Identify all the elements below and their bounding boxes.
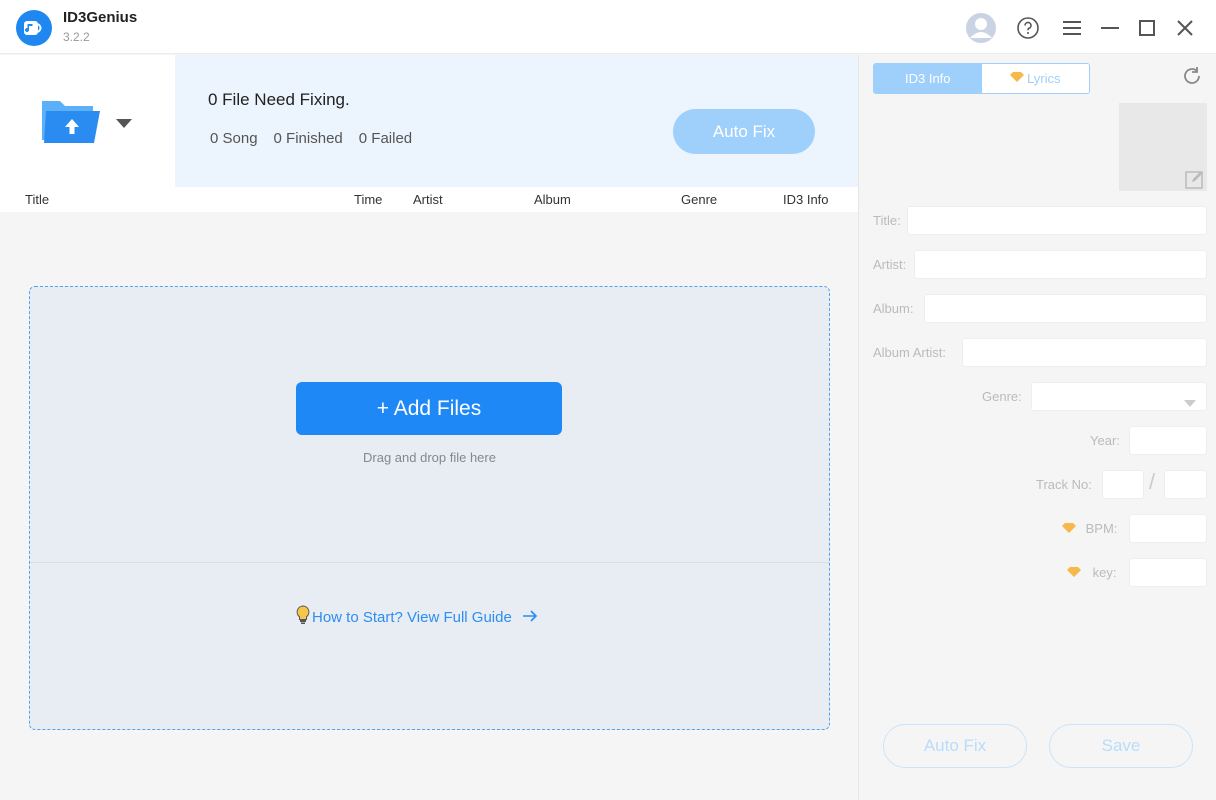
folder-upload-icon[interactable]	[40, 95, 102, 145]
key-input[interactable]	[1129, 558, 1207, 587]
editor-tabs: ID3 Info Lyrics	[873, 63, 1090, 94]
key-label: key:	[1067, 565, 1116, 581]
title-bar: ID3Genius 3.2.2	[0, 0, 1216, 54]
drop-zone[interactable]: + Add Files Drag and drop file here How …	[29, 286, 830, 730]
app-version: 3.2.2	[63, 30, 90, 44]
column-genre[interactable]: Genre	[681, 192, 717, 207]
chevron-down-icon[interactable]	[114, 117, 134, 131]
close-icon[interactable]	[1169, 12, 1201, 44]
column-time[interactable]: Time	[354, 192, 382, 207]
title-label: Title:	[873, 213, 901, 228]
app-logo-icon	[16, 10, 52, 46]
album-input[interactable]	[924, 294, 1207, 323]
tab-id3-info[interactable]: ID3 Info	[874, 64, 982, 93]
table-header: Title Time Artist Album Genre ID3 Info	[0, 187, 858, 212]
help-icon[interactable]	[1012, 12, 1044, 44]
status-panel: 0 File Need Fixing. 0 Song 0 Finished 0 …	[175, 55, 858, 187]
diamond-icon	[1010, 71, 1025, 86]
column-title[interactable]: Title	[25, 192, 49, 207]
genre-select[interactable]	[1031, 382, 1207, 411]
menu-icon[interactable]	[1056, 12, 1088, 44]
failed-count: 0 Failed	[358, 130, 413, 147]
refresh-icon[interactable]	[1181, 65, 1203, 87]
guide-link-text: How to Start? View Full Guide	[312, 608, 512, 626]
status-title: 0 File Need Fixing.	[208, 90, 350, 109]
bpm-label: BPM:	[1062, 521, 1117, 537]
diamond-icon	[1067, 566, 1081, 581]
add-files-button[interactable]: + Add Files	[296, 382, 562, 435]
track-number-input[interactable]	[1102, 470, 1144, 499]
track-total-input[interactable]	[1164, 470, 1207, 499]
chevron-down-icon	[1184, 394, 1196, 412]
column-album[interactable]: Album	[534, 192, 571, 207]
artist-label: Artist:	[873, 257, 907, 272]
edit-icon[interactable]	[1185, 169, 1205, 189]
bpm-input[interactable]	[1129, 514, 1207, 543]
lightbulb-icon	[296, 605, 310, 629]
bpm-label-text: BPM:	[1085, 521, 1118, 536]
tab-lyrics-label: Lyrics	[1027, 71, 1061, 86]
year-input[interactable]	[1129, 426, 1207, 455]
album-cover[interactable]	[1119, 103, 1207, 191]
auto-fix-panel-button[interactable]: Auto Fix	[883, 724, 1027, 768]
app-name: ID3Genius	[63, 9, 138, 26]
user-avatar-icon[interactable]	[965, 12, 997, 44]
arrow-right-icon	[522, 609, 538, 626]
status-counts: 0 Song 0 Finished 0 Failed	[210, 130, 412, 147]
import-panel	[0, 55, 175, 187]
album-artist-label: Album Artist:	[873, 345, 946, 360]
auto-fix-button[interactable]: Auto Fix	[673, 109, 815, 154]
column-id3-info[interactable]: ID3 Info	[783, 192, 829, 207]
finished-count: 0 Finished	[273, 130, 343, 147]
diamond-icon	[1062, 522, 1076, 537]
save-button[interactable]: Save	[1049, 724, 1193, 768]
track-separator: /	[1149, 469, 1156, 494]
column-artist[interactable]: Artist	[413, 192, 443, 207]
maximize-icon[interactable]	[1131, 12, 1163, 44]
track-no-label: Track No:	[1036, 477, 1092, 492]
minimize-icon[interactable]	[1094, 12, 1126, 44]
year-label: Year:	[1090, 433, 1120, 448]
title-input[interactable]	[907, 206, 1207, 235]
album-artist-input[interactable]	[962, 338, 1207, 367]
guide-link[interactable]: How to Start? View Full Guide	[296, 605, 538, 629]
artist-input[interactable]	[914, 250, 1207, 279]
file-list-area: + Add Files Drag and drop file here How …	[0, 212, 858, 800]
genre-label: Genre:	[982, 389, 1022, 404]
key-label-text: key:	[1092, 565, 1117, 580]
album-label: Album:	[873, 301, 914, 316]
divider	[30, 562, 829, 563]
drag-hint: Drag and drop file here	[363, 450, 496, 465]
song-count: 0 Song	[210, 130, 258, 147]
tab-lyrics[interactable]: Lyrics	[981, 64, 1089, 93]
id3-editor-panel: ID3 Info Lyrics Title: Artist: Album: Al…	[858, 55, 1216, 800]
